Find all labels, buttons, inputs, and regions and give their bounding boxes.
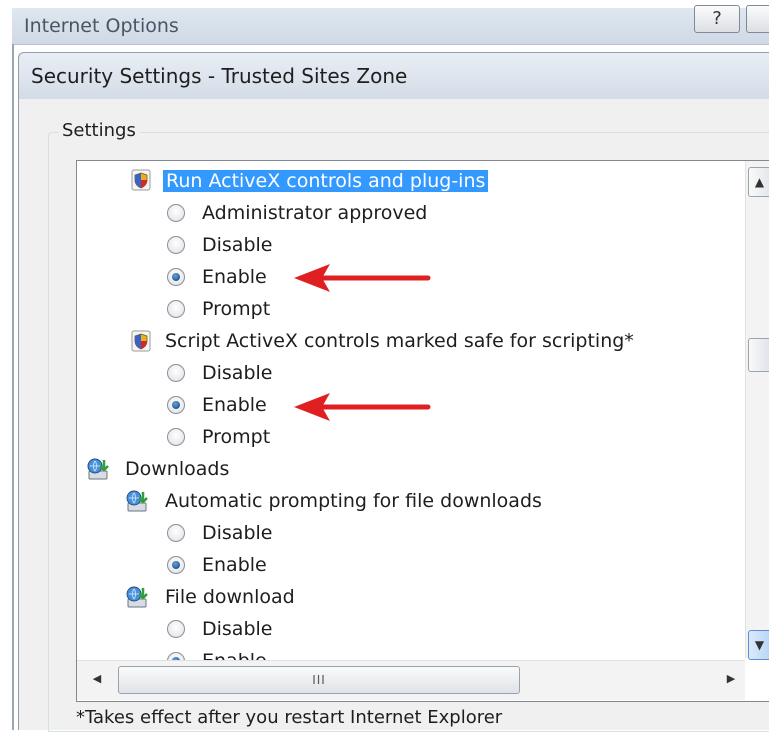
shield-icon <box>131 330 151 352</box>
security-settings-titlebar: Security Settings - Trusted Sites Zone <box>18 52 769 100</box>
vertical-scroll-thumb[interactable] <box>748 338 769 372</box>
option-enable-label: Enable <box>202 647 267 660</box>
radio-selected-dot <box>172 273 180 281</box>
radio-disable[interactable] <box>167 620 185 638</box>
radio-enable-selected[interactable] <box>167 556 185 574</box>
option-administrator-approved-label: Administrator approved <box>202 202 428 224</box>
annotation-arrow-icon <box>294 264 431 292</box>
option-disable-label: Disable <box>202 234 273 256</box>
setting-file-download[interactable]: File download <box>165 583 295 611</box>
download-icon <box>126 586 148 608</box>
radio-enable-selected[interactable] <box>167 652 185 660</box>
dialog-title: Security Settings - Trusted Sites Zone <box>31 64 408 88</box>
scroll-down-button[interactable]: ▼ <box>748 630 769 660</box>
option-enable-label: Enable <box>202 554 267 576</box>
option-enable-label: Enable <box>202 266 267 288</box>
download-icon <box>126 490 148 512</box>
option-disable-label: Disable <box>202 618 273 640</box>
radio-selected-dot <box>172 561 180 569</box>
annotation-arrow-icon <box>294 393 431 421</box>
window-border <box>12 44 14 730</box>
option-prompt-label: Prompt <box>202 298 271 320</box>
horizontal-scroll-thumb[interactable]: III <box>118 666 520 694</box>
radio-disable[interactable] <box>167 524 185 542</box>
help-button[interactable]: ? <box>694 5 740 33</box>
option-disable-label: Disable <box>202 362 273 384</box>
radio-prompt[interactable] <box>167 428 185 446</box>
radio-administrator-approved[interactable] <box>167 204 185 222</box>
radio-disable[interactable] <box>167 364 185 382</box>
radio-prompt[interactable] <box>167 300 185 318</box>
option-enable-label: Enable <box>202 394 267 416</box>
setting-script-activex[interactable]: Script ActiveX controls marked safe for … <box>165 327 634 355</box>
radio-disable[interactable] <box>167 236 185 254</box>
radio-selected-dot <box>172 401 180 409</box>
category-downloads[interactable]: Downloads <box>125 455 229 483</box>
internet-options-titlebar: Internet Options <box>12 8 769 45</box>
setting-automatic-prompting[interactable]: Automatic prompting for file downloads <box>165 487 542 515</box>
close-button[interactable] <box>746 5 769 33</box>
option-prompt-label: Prompt <box>202 426 271 448</box>
restart-footnote: *Takes effect after you restart Internet… <box>76 707 503 728</box>
setting-run-activex[interactable]: Run ActiveX controls and plug-ins <box>163 167 489 195</box>
clipped-row: Enable <box>160 645 360 660</box>
download-icon <box>87 458 109 480</box>
scroll-up-button[interactable]: ▲ <box>748 167 769 197</box>
scroll-right-button[interactable]: ▶ <box>720 668 742 690</box>
setting-run-activex-label: Run ActiveX controls and plug-ins <box>163 170 489 192</box>
settings-group-label: Settings <box>58 120 140 141</box>
shield-icon <box>131 169 151 191</box>
radio-enable-selected[interactable] <box>167 268 185 286</box>
vertical-scrollbar[interactable] <box>745 161 769 658</box>
option-disable-label: Disable <box>202 522 273 544</box>
scroll-left-button[interactable]: ◀ <box>86 668 108 690</box>
radio-enable-selected[interactable] <box>167 396 185 414</box>
internet-options-title: Internet Options <box>24 15 179 37</box>
